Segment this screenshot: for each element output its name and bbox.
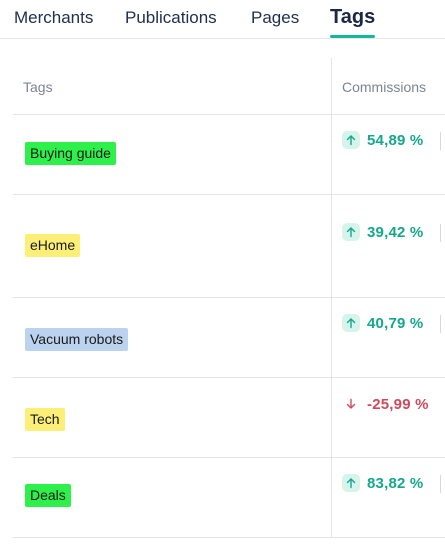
arrow-down-icon — [342, 395, 360, 413]
tab-bar: Merchants Publications Pages Tags — [0, 0, 445, 39]
commission-cell: 40,79 % — [342, 314, 423, 332]
table-header: Tags Commissions — [13, 58, 445, 115]
tab-tags[interactable]: Tags — [330, 6, 375, 29]
commission-cell: 39,42 % — [342, 223, 423, 241]
commission-value: 40,79 % — [367, 314, 424, 332]
arrow-up-icon — [342, 474, 360, 492]
tag-pill[interactable]: Deals — [25, 484, 71, 507]
commission-cell: 54,89 % — [342, 131, 423, 149]
tab-pages[interactable]: Pages — [251, 8, 299, 28]
tag-pill[interactable]: Vacuum robots — [25, 328, 129, 351]
commission-cell: 83,82 % — [342, 474, 423, 492]
tab-merchants[interactable]: Merchants — [14, 8, 93, 28]
active-tab-indicator — [330, 35, 375, 38]
commission-value: -25,99 % — [367, 395, 429, 413]
commission-cell: -25,99 % — [342, 395, 429, 413]
table-row[interactable]: Tech -25,99 % — [13, 378, 445, 458]
table-row[interactable]: Buying guide 54,89 % — [13, 115, 445, 195]
column-header-tags[interactable]: Tags — [23, 79, 53, 95]
table-row[interactable]: Deals 83,82 % — [13, 458, 445, 538]
tag-pill[interactable]: eHome — [25, 234, 81, 257]
arrow-up-icon — [342, 314, 360, 332]
table-row[interactable]: Vacuum robots 40,79 % — [13, 298, 445, 378]
cell-edge — [440, 475, 441, 493]
arrow-up-icon — [342, 131, 360, 149]
tag-pill[interactable]: Tech — [25, 408, 65, 431]
tag-pill[interactable]: Buying guide — [25, 142, 116, 165]
cell-edge — [440, 132, 441, 150]
table-row[interactable]: eHome 39,42 % — [13, 195, 445, 298]
tab-publications[interactable]: Publications — [125, 8, 217, 28]
arrow-up-icon — [342, 223, 360, 241]
cell-edge — [440, 315, 441, 333]
cell-edge — [440, 224, 441, 242]
commission-value: 54,89 % — [367, 131, 424, 149]
tags-table: Tags Commissions Buying guide 54,89 % eH… — [13, 58, 445, 538]
column-header-commissions[interactable]: Commissions — [342, 79, 426, 95]
commission-value: 39,42 % — [367, 223, 424, 241]
commission-value: 83,82 % — [367, 474, 424, 492]
